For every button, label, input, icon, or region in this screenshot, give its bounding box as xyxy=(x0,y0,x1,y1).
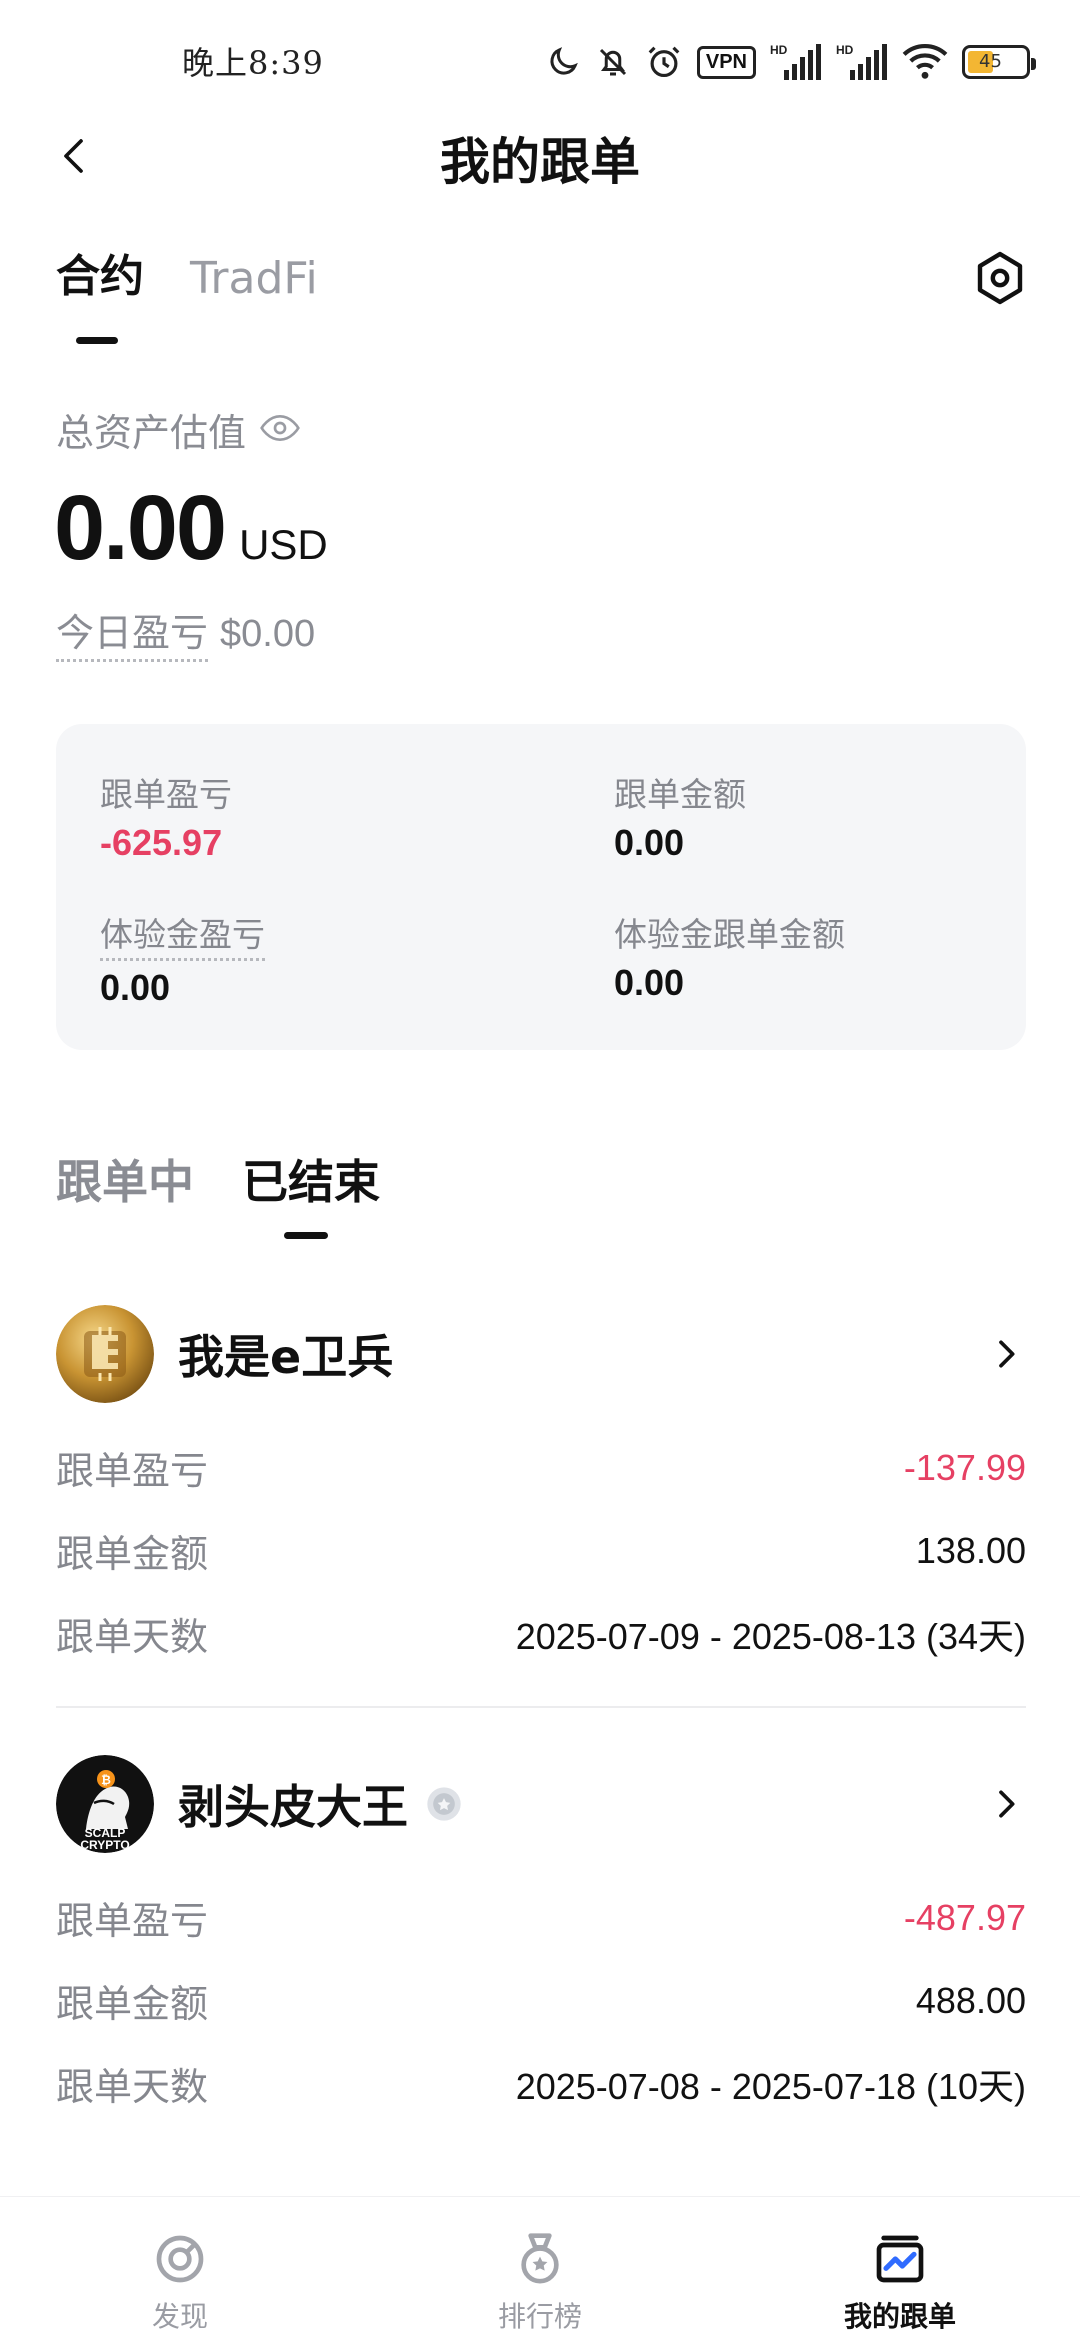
tab-active-indicator xyxy=(284,1232,328,1239)
tab-ended[interactable]: 已结束 xyxy=(242,1146,380,1239)
sub-tabs: 跟单中 已结束 xyxy=(56,1146,380,1239)
tab-tradfi[interactable]: TradFi xyxy=(190,253,318,314)
divider xyxy=(56,1706,1026,1708)
stat-value: 0.00 xyxy=(614,962,685,1003)
silver-medal-icon xyxy=(427,1787,461,1821)
trader-row[interactable]: 我是e卫兵 xyxy=(56,1304,1026,1404)
my-copy-icon xyxy=(876,2235,924,2283)
bell-off-icon xyxy=(595,38,631,86)
avatar-text: CRYPTO xyxy=(80,1838,129,1852)
moon-icon xyxy=(545,38,581,86)
summary-card: 跟单盈亏 -625.97 跟单金额 0.00 体验金盈亏 0.00 体验金跟单金… xyxy=(56,724,1026,1050)
record-amount-value: 488.00 xyxy=(915,1979,1026,2021)
tab-ended-label: 已结束 xyxy=(242,1155,380,1209)
page-title: 我的跟单 xyxy=(440,133,640,191)
stat-value: -625.97 xyxy=(100,822,223,863)
avatar xyxy=(56,1305,154,1403)
follow-record: 我是e卫兵 跟单盈亏 -137.99 跟单金额 138.00 跟单天数 2025… xyxy=(56,1304,1026,1675)
follow-record: ₿ SCALP CRYPTO 剥头皮大王 跟单盈亏 -487.97 跟单金额 4… xyxy=(56,1754,1026,2125)
stat-follow-pnl: 跟单盈亏 -625.97 xyxy=(100,768,232,864)
battery-icon: 45 xyxy=(962,38,1036,86)
status-icons: VPN HD HD 45 xyxy=(545,38,1036,86)
vpn-icon: VPN xyxy=(696,38,756,86)
stat-label: 跟单金额 xyxy=(614,775,746,814)
row-label: 跟单天数 xyxy=(56,1615,209,1659)
record-days-value: 2025-07-09 - 2025-08-13 (34天) xyxy=(515,1615,1026,1657)
record-pnl-value: -487.97 xyxy=(903,1896,1026,1938)
record-pnl-value: -137.99 xyxy=(903,1446,1026,1488)
row-label: 跟单盈亏 xyxy=(56,1449,209,1493)
trader-name: 我是e卫兵 xyxy=(178,1330,394,1384)
trader-row[interactable]: ₿ SCALP CRYPTO 剥头皮大王 xyxy=(56,1754,1026,1854)
tab-tradfi-label: TradFi xyxy=(190,253,318,304)
stat-trial-pnl: 体验金盈亏 0.00 xyxy=(100,908,265,1009)
stat-trial-amount: 体验金跟单金额 0.00 xyxy=(614,908,845,1004)
svg-text:HD: HD xyxy=(836,43,854,57)
total-asset-unit: USD xyxy=(239,521,328,568)
asset-value-row: 0.00 USD xyxy=(54,476,328,581)
wifi-icon xyxy=(902,38,948,86)
asset-label: 总资产估值 xyxy=(56,411,247,455)
eye-icon[interactable] xyxy=(260,414,300,446)
trader-name: 剥头皮大王 xyxy=(178,1780,408,1834)
today-pnl-value: $0.00 xyxy=(220,613,316,655)
stat-value: 0.00 xyxy=(614,822,685,863)
nav-label: 发现 xyxy=(151,2300,208,2333)
top-tabs: 合约 TradFi xyxy=(56,240,318,344)
chevron-right-icon xyxy=(999,1340,1015,1368)
nav-label: 排行榜 xyxy=(497,2300,582,2333)
stat-label: 体验金跟单金额 xyxy=(614,915,845,954)
status-bar: 晚上8:39 VPN HD HD 45 xyxy=(0,0,1080,120)
nav-my-copy[interactable]: 我的跟单 xyxy=(720,2197,1080,2340)
alarm-icon xyxy=(645,38,683,86)
total-asset-value: 0.00 xyxy=(54,477,227,579)
chevron-right-icon xyxy=(999,1790,1015,1818)
today-pnl-row: 今日盈亏 $0.00 xyxy=(56,602,315,662)
nav-discover[interactable]: 发现 xyxy=(0,2197,360,2340)
record-details: 跟单盈亏 -137.99 跟单金额 138.00 跟单天数 2025-07-09… xyxy=(56,1426,1026,1675)
today-pnl-label[interactable]: 今日盈亏 xyxy=(56,602,209,662)
battery-level: 45 xyxy=(979,51,1002,72)
nav-leaderboard[interactable]: 排行榜 xyxy=(360,2197,720,2340)
record-amount-row: 跟单金额 488.00 xyxy=(56,1959,1026,2042)
row-label: 跟单金额 xyxy=(56,1982,209,2026)
svg-text:₿: ₿ xyxy=(101,1773,111,1787)
record-amount-value: 138.00 xyxy=(915,1529,1026,1571)
record-pnl-row: 跟单盈亏 -137.99 xyxy=(56,1426,1026,1509)
row-label: 跟单盈亏 xyxy=(56,1899,209,1943)
record-days-value: 2025-07-08 - 2025-07-18 (10天) xyxy=(515,2065,1026,2107)
tab-active-indicator xyxy=(76,337,118,344)
signal-hd-icon: HD xyxy=(770,38,822,86)
settings-button[interactable] xyxy=(976,250,1024,306)
svg-text:HD: HD xyxy=(770,43,788,57)
tab-contract[interactable]: 合约 xyxy=(56,240,144,344)
record-details: 跟单盈亏 -487.97 跟单金额 488.00 跟单天数 2025-07-08… xyxy=(56,1876,1026,2125)
signal-hd-icon: HD xyxy=(836,38,888,86)
tab-contract-label: 合约 xyxy=(56,251,144,302)
avatar: ₿ SCALP CRYPTO xyxy=(56,1755,154,1853)
stat-label[interactable]: 体验金盈亏 xyxy=(100,908,265,961)
nav-label: 我的跟单 xyxy=(843,2300,956,2333)
vpn-label: VPN xyxy=(696,45,756,79)
bottom-nav: 发现 排行榜 我的跟单 xyxy=(0,2196,1080,2340)
header: 我的跟单 xyxy=(0,110,1080,200)
record-days-row: 跟单天数 2025-07-09 - 2025-08-13 (34天) xyxy=(56,1592,1026,1675)
record-amount-row: 跟单金额 138.00 xyxy=(56,1509,1026,1592)
tab-ongoing[interactable]: 跟单中 xyxy=(56,1146,194,1212)
record-days-row: 跟单天数 2025-07-08 - 2025-07-18 (10天) xyxy=(56,2042,1026,2125)
stat-follow-amount: 跟单金额 0.00 xyxy=(614,768,746,864)
hexagon-settings-icon xyxy=(977,251,1023,305)
record-pnl-row: 跟单盈亏 -487.97 xyxy=(56,1876,1026,1959)
medal-icon xyxy=(521,2233,559,2284)
asset-label-row: 总资产估值 xyxy=(56,402,300,457)
status-time: 晚上8:39 xyxy=(182,44,324,82)
row-label: 跟单金额 xyxy=(56,1532,209,1576)
stat-value: 0.00 xyxy=(100,967,171,1008)
stat-label: 跟单盈亏 xyxy=(100,775,232,814)
row-label: 跟单天数 xyxy=(56,2065,209,2109)
discover-icon xyxy=(156,2235,204,2283)
